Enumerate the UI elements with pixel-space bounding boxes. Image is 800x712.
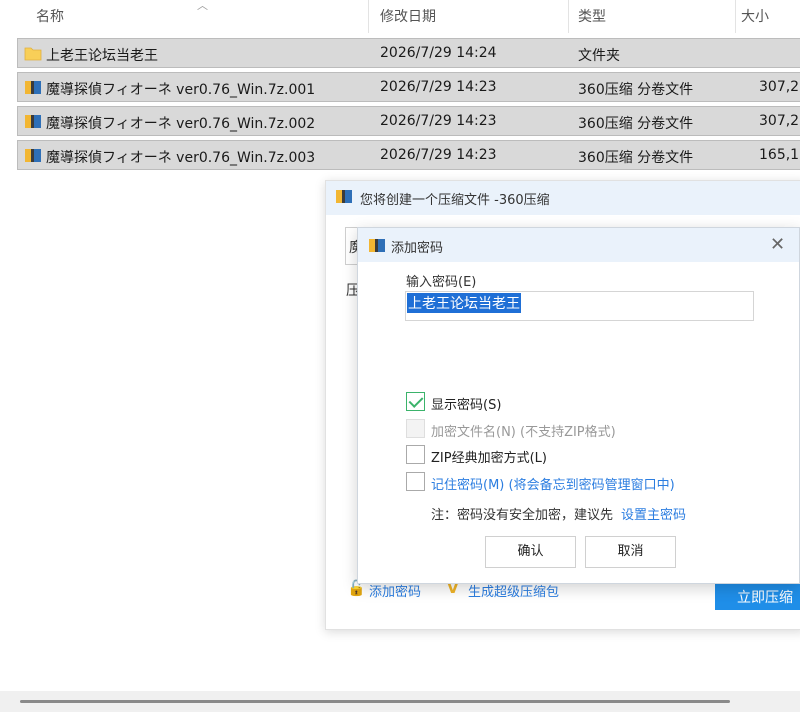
password-input[interactable]: 上老王论坛当老王 — [405, 291, 754, 321]
column-divider[interactable] — [368, 0, 369, 33]
column-type[interactable]: 类型 — [578, 6, 606, 26]
compress-window-title: 您将创建一个压缩文件 -360压缩 — [360, 193, 550, 208]
sort-ascending-icon: ︿ — [197, 0, 208, 12]
encrypt-filename-checkbox[interactable] — [406, 419, 425, 438]
column-divider[interactable] — [735, 0, 736, 33]
file-type: 360压缩 分卷文件 — [578, 116, 694, 132]
cancel-button[interactable]: 取消 — [585, 536, 676, 568]
remember-password-checkbox[interactable] — [406, 472, 425, 491]
file-date: 2026/7/29 14:24 — [380, 45, 497, 61]
show-password-checkbox[interactable] — [406, 392, 425, 411]
file-name: 上老王论坛当老王 — [46, 48, 158, 64]
confirm-button[interactable]: 确认 — [485, 536, 576, 568]
archive-icon — [336, 190, 352, 203]
horizontal-scrollbar[interactable] — [0, 691, 800, 712]
file-row[interactable]: 魔導探偵フィオーネ ver0.76_Win.7z.003 2026/7/29 1… — [17, 140, 800, 170]
column-name[interactable]: 名称 — [36, 6, 64, 26]
archive-icon — [25, 115, 41, 128]
dialog-titlebar[interactable]: 添加密码 ✕ — [358, 228, 799, 262]
compress-window-titlebar[interactable]: 您将创建一个压缩文件 -360压缩 — [326, 181, 800, 215]
file-type: 360压缩 分卷文件 — [578, 150, 694, 166]
archive-icon — [369, 239, 385, 252]
zip-classic-label[interactable]: ZIP经典加密方式(L) — [431, 447, 547, 466]
dialog-title: 添加密码 — [391, 241, 444, 256]
file-row[interactable]: 魔導探偵フィオーネ ver0.76_Win.7z.002 2026/7/29 1… — [17, 106, 800, 136]
show-password-label[interactable]: 显示密码(S) — [431, 394, 501, 413]
file-type: 文件夹 — [578, 48, 620, 64]
remember-password-label[interactable]: 记住密码(M) (将会备忘到密码管理窗口中) — [431, 474, 675, 493]
add-password-dialog: 添加密码 ✕ 输入密码(E) 上老王论坛当老王 显示密码(S) 加密文件名(N)… — [357, 227, 800, 584]
file-size: 165,18 — [759, 147, 800, 163]
zip-classic-checkbox[interactable] — [406, 445, 425, 464]
file-name: 魔導探偵フィオーネ ver0.76_Win.7z.003 — [46, 150, 316, 166]
column-divider[interactable] — [568, 0, 569, 33]
column-modified[interactable]: 修改日期 — [380, 6, 436, 26]
file-name: 魔導探偵フィオーネ ver0.76_Win.7z.001 — [46, 82, 316, 98]
file-type: 360压缩 分卷文件 — [578, 82, 694, 98]
scrollbar-thumb[interactable] — [20, 700, 730, 703]
file-name: 魔導探偵フィオーネ ver0.76_Win.7z.002 — [46, 116, 316, 132]
folder-icon — [24, 47, 42, 61]
file-date: 2026/7/29 14:23 — [380, 147, 497, 163]
password-value: 上老王论坛当老王 — [407, 293, 521, 313]
file-date: 2026/7/29 14:23 — [380, 79, 497, 95]
password-label: 输入密码(E) — [406, 275, 477, 290]
file-row[interactable]: 上老王论坛当老王 2026/7/29 14:24 文件夹 — [17, 38, 800, 68]
set-master-password-link[interactable]: 设置主密码 — [621, 504, 686, 523]
encrypt-filename-label: 加密文件名(N) (不支持ZIP格式) — [431, 425, 616, 440]
close-icon[interactable]: ✕ — [770, 234, 785, 255]
column-header: ︿ 名称 修改日期 类型 大小 — [0, 0, 800, 33]
archive-icon — [25, 81, 41, 94]
archive-icon — [25, 149, 41, 162]
file-size: 307,20 — [759, 79, 800, 95]
security-note: 注：密码没有安全加密，建议先 — [431, 508, 614, 523]
column-size[interactable]: 大小 — [741, 6, 769, 26]
file-row[interactable]: 魔導探偵フィオーネ ver0.76_Win.7z.001 2026/7/29 1… — [17, 72, 800, 102]
file-size: 307,20 — [759, 113, 800, 129]
file-date: 2026/7/29 14:23 — [380, 113, 497, 129]
